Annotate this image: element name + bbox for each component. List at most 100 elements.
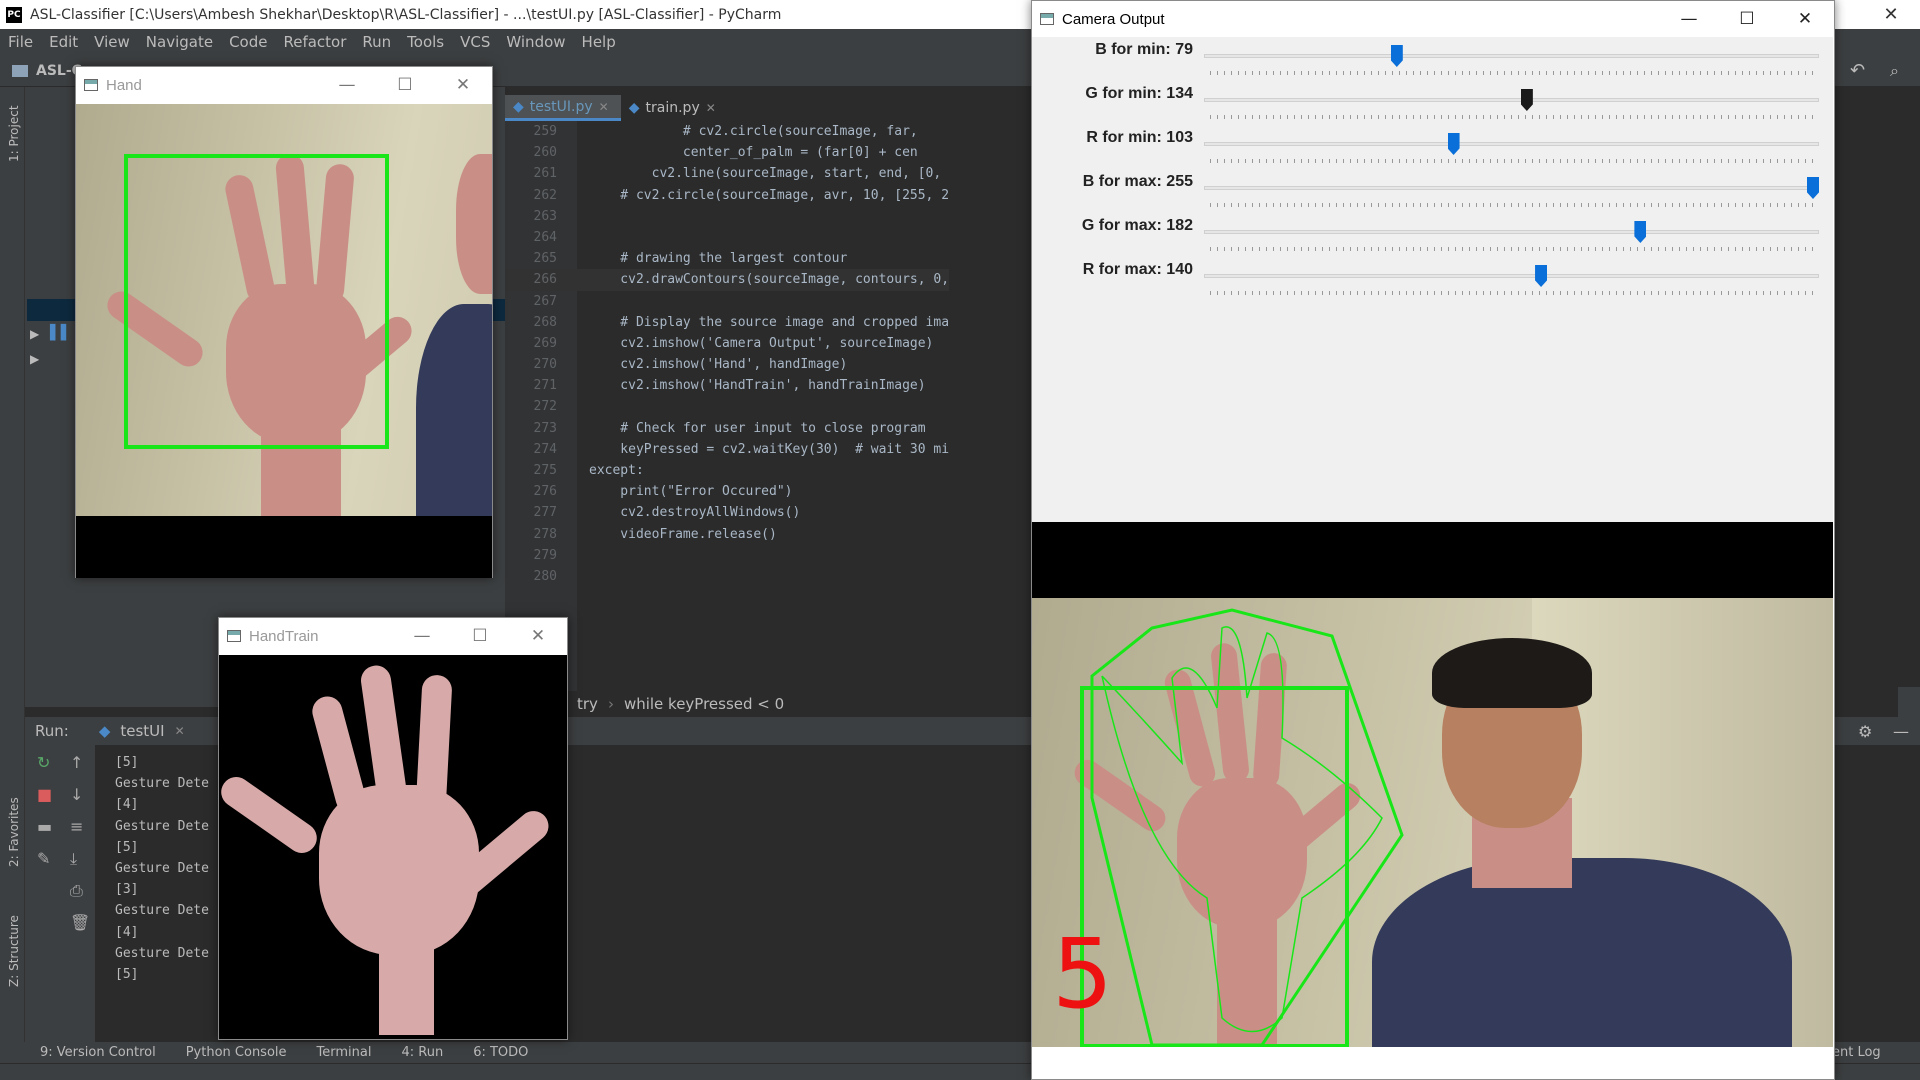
stop-icon[interactable]: ■: [37, 785, 52, 804]
menu-edit[interactable]: Edit: [41, 33, 86, 51]
trackbar-rail[interactable]: [1204, 98, 1819, 102]
maximize-icon[interactable]: ☐: [451, 618, 509, 654]
menu-help[interactable]: Help: [574, 33, 624, 51]
up-arrow-icon[interactable]: ↑: [70, 753, 83, 772]
breadcrumb-try[interactable]: try: [577, 695, 598, 713]
menu-code[interactable]: Code: [221, 33, 275, 51]
code-line[interactable]: 262 # cv2.circle(sourceImage, avr, 10, […: [505, 185, 950, 206]
menu-file[interactable]: File: [0, 33, 41, 51]
close-icon[interactable]: ✕: [434, 67, 492, 103]
code-line[interactable]: 279: [505, 545, 949, 566]
menu-tools[interactable]: Tools: [399, 33, 452, 51]
minimize-panel-icon[interactable]: —: [1893, 722, 1909, 741]
close-run-tab-icon[interactable]: ✕: [175, 724, 185, 738]
close-tab-icon[interactable]: ✕: [599, 100, 609, 114]
version-control-tab[interactable]: 9: Version Control: [40, 1045, 156, 1060]
print-icon[interactable]: ⎙: [70, 881, 83, 901]
line-number: 259: [533, 124, 557, 139]
todo-tab[interactable]: 6: TODO: [473, 1045, 528, 1060]
trackbar-thumb[interactable]: [1535, 265, 1548, 287]
code-line[interactable]: 278 videoFrame.release(): [505, 524, 949, 545]
menu-navigate[interactable]: Navigate: [138, 33, 221, 51]
code-line[interactable]: 273 # Check for user input to close prog…: [505, 418, 949, 439]
trackbar-thumb[interactable]: [1807, 177, 1819, 199]
code-line[interactable]: 267: [505, 291, 949, 312]
trackbar-thumb[interactable]: [1634, 221, 1647, 243]
code-line[interactable]: 269 cv2.imshow('Camera Output', sourceIm…: [505, 333, 949, 354]
minimize-icon[interactable]: —: [1660, 1, 1718, 37]
trackbar[interactable]: G for min: 134: [1032, 81, 1833, 121]
code-line[interactable]: 280: [505, 566, 949, 587]
terminal-tab[interactable]: Terminal: [317, 1045, 372, 1060]
code-line[interactable]: 268 # Display the source image and cropp…: [505, 312, 950, 333]
pin-icon[interactable]: ✎: [37, 849, 50, 868]
trackbar-thumb[interactable]: [1447, 133, 1460, 155]
hand-window[interactable]: Hand — ☐ ✕: [75, 66, 493, 578]
tab-train[interactable]: ◆ train.py ✕: [621, 95, 728, 121]
ide-close-icon[interactable]: ✕: [1862, 0, 1920, 29]
close-tab-icon[interactable]: ✕: [706, 101, 716, 115]
trackbar[interactable]: R for min: 103: [1032, 125, 1833, 165]
menu-refactor[interactable]: Refactor: [275, 33, 354, 51]
code-line[interactable]: 274 keyPressed = cv2.waitKey(30) # wait …: [505, 439, 950, 460]
code-line[interactable]: 272: [505, 396, 949, 417]
code-line[interactable]: 276 print("Error Occured"): [505, 481, 949, 502]
menu-vcs[interactable]: VCS: [452, 33, 498, 51]
trackbar-rail[interactable]: [1204, 274, 1819, 278]
code-line[interactable]: 261 cv2.line(sourceImage, start, end, [0…: [505, 163, 949, 184]
favorites-tool-tab[interactable]: 2: Favorites: [7, 797, 21, 867]
maximize-icon[interactable]: ☐: [376, 67, 434, 103]
menu-window[interactable]: Window: [498, 33, 573, 51]
trackbar-thumb[interactable]: [1520, 89, 1533, 111]
run-tab[interactable]: 4: Run: [401, 1045, 443, 1060]
rerun-icon[interactable]: ↻: [37, 753, 50, 772]
trackbar[interactable]: B for min: 79: [1032, 37, 1833, 77]
trackbar-rail[interactable]: [1204, 230, 1819, 234]
maximize-icon[interactable]: ☐: [1718, 1, 1776, 37]
event-log-tab[interactable]: ent Log: [1832, 1045, 1881, 1060]
menu-run[interactable]: Run: [354, 33, 399, 51]
trackbar-thumb[interactable]: [1390, 45, 1403, 67]
run-console-output[interactable]: [5] Gesture Dete [4] Gesture Dete [5] Gesture…: [115, 752, 209, 985]
code-line[interactable]: 277 cv2.destroyAllWindows(): [505, 502, 949, 523]
code-line[interactable]: 271 cv2.imshow('HandTrain', handTrainIma…: [505, 375, 949, 396]
close-icon[interactable]: ✕: [1776, 1, 1834, 37]
menu-view[interactable]: View: [86, 33, 138, 51]
trackbar-rail[interactable]: [1204, 186, 1819, 190]
code-line[interactable]: 263: [505, 206, 949, 227]
project-tool-tab[interactable]: 1: Project: [7, 105, 21, 162]
handtrain-window[interactable]: HandTrain — ☐ ✕: [218, 617, 568, 1040]
trackbar[interactable]: B for max: 255: [1032, 169, 1833, 209]
run-config-tab[interactable]: testUI: [120, 722, 164, 740]
code-content[interactable]: 259 # cv2.circle(sourceImage, far, 260 c…: [505, 121, 950, 587]
tab-testui[interactable]: ◆ testUI.py ✕: [505, 95, 621, 121]
trackbar[interactable]: G for max: 182: [1032, 213, 1833, 253]
structure-tool-tab[interactable]: Z: Structure: [7, 915, 21, 987]
expand-arrow-icon[interactable]: ▶: [30, 327, 39, 341]
code-line[interactable]: 270 cv2.imshow('Hand', handImage): [505, 354, 949, 375]
code-line[interactable]: 265 # drawing the largest contour: [505, 248, 949, 269]
trash-icon[interactable]: 🗑: [70, 913, 90, 932]
code-line[interactable]: 260 center_of_palm = (far[0] + cen: [505, 142, 949, 163]
close-icon[interactable]: ✕: [509, 618, 567, 654]
down-arrow-icon[interactable]: ↓: [70, 785, 83, 804]
python-console-tab[interactable]: Python Console: [186, 1045, 287, 1060]
breadcrumb-while[interactable]: while keyPressed < 0: [624, 695, 784, 713]
undo-icon[interactable]: ↶: [1850, 60, 1865, 81]
line-number: 267: [533, 293, 557, 309]
code-line[interactable]: 259 # cv2.circle(sourceImage, far,: [505, 121, 949, 142]
layout-icon[interactable]: ▬: [37, 817, 52, 836]
trackbar-rail[interactable]: [1204, 142, 1819, 146]
trackbar-rail[interactable]: [1204, 54, 1819, 58]
code-line[interactable]: 266 cv2.drawContours(sourceImage, contou…: [505, 269, 950, 291]
minimize-icon[interactable]: —: [318, 67, 376, 103]
search-icon[interactable]: ⌕: [1890, 61, 1899, 81]
settings-gear-icon[interactable]: ⚙: [1858, 722, 1872, 741]
wrap-icon[interactable]: ≡: [70, 817, 83, 836]
code-line[interactable]: 275 except:: [505, 460, 949, 481]
code-line[interactable]: 264: [505, 227, 949, 248]
expand-arrow-icon[interactable]: ▶: [30, 352, 39, 366]
trackbar[interactable]: R for max: 140: [1032, 257, 1833, 297]
minimize-icon[interactable]: —: [393, 618, 451, 654]
scroll-end-icon[interactable]: ⤓: [70, 849, 77, 869]
